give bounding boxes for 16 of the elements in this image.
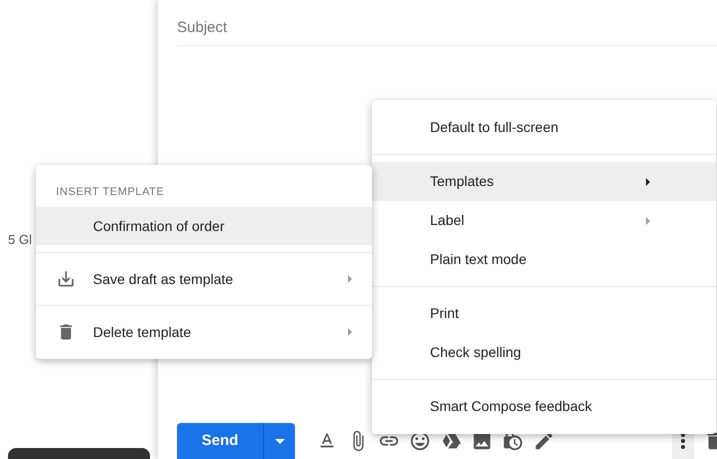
- subject-field[interactable]: Subject: [177, 10, 717, 46]
- menu-item[interactable]: Default to full-screen: [372, 108, 716, 147]
- menu-item[interactable]: Plain text mode: [372, 240, 716, 279]
- background-text: 5 Gl: [8, 232, 32, 247]
- menu-item[interactable]: Print: [372, 294, 716, 333]
- menu-item[interactable]: Save draft as template: [36, 260, 372, 298]
- menu-item[interactable]: Smart Compose feedback: [372, 387, 716, 426]
- menu-item[interactable]: Templates: [372, 162, 716, 201]
- menu-header: INSERT TEMPLATE: [55, 184, 166, 200]
- menu-item[interactable]: Check spelling: [372, 333, 716, 372]
- menu-item[interactable]: Delete template: [36, 313, 372, 351]
- menu-item[interactable]: Confirmation of order: [36, 207, 372, 245]
- caret-icon: [274, 438, 284, 444]
- menu-item[interactable]: Label: [372, 201, 716, 240]
- download-icon: [56, 269, 76, 289]
- more-vert-icon: [681, 433, 685, 449]
